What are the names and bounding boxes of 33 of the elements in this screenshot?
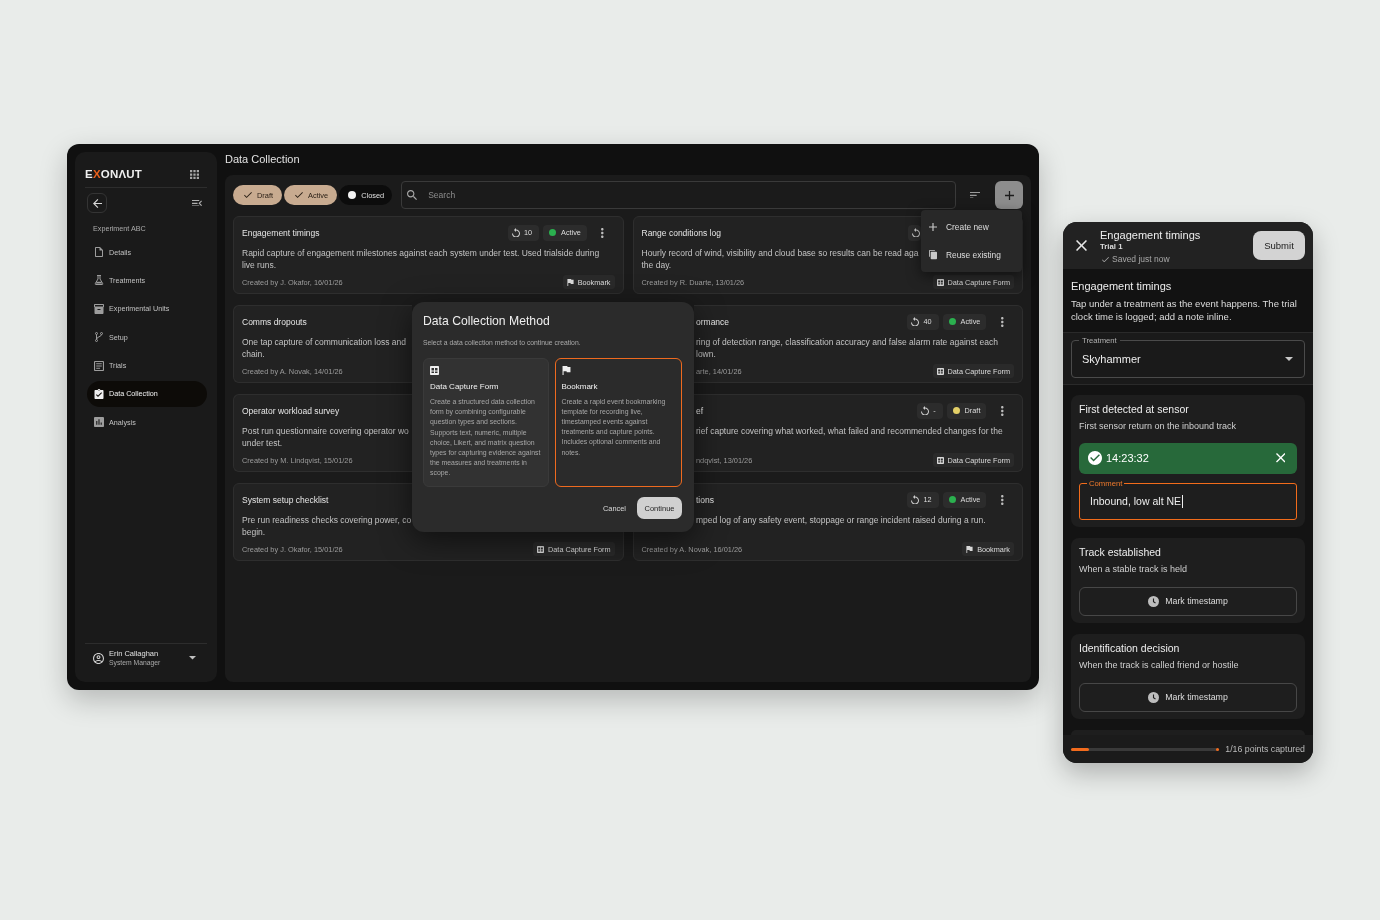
card-title: System setup checklist bbox=[242, 494, 329, 505]
card-title: ef bbox=[696, 405, 704, 416]
logo: EXONΛUT bbox=[85, 168, 142, 180]
save-status: Saved just now bbox=[1112, 253, 1170, 266]
option-title: Data Capture Form bbox=[430, 382, 499, 392]
event-hint: When a stable track is held bbox=[1079, 562, 1188, 576]
event-title: Identification decision bbox=[1079, 640, 1180, 655]
card-title: Range conditions log bbox=[641, 227, 721, 238]
card-title: Operator workload survey bbox=[242, 405, 340, 416]
event-hint: When the track is called friend or hostile bbox=[1079, 658, 1239, 672]
section-title: Engagement timings bbox=[1071, 279, 1172, 294]
card-description: Pre run readiness checks covering power, co begin. bbox=[242, 515, 412, 538]
card-description: Hourly record of wind, visibility and cloud base so results can be read aga the day. bbox=[641, 248, 919, 271]
option-title: Bookmark bbox=[561, 381, 598, 392]
card-description: rief capture covering what worked, what failed and recommended changes for the bbox=[696, 426, 1003, 438]
card-title: Comms dropouts bbox=[242, 316, 307, 327]
dialog-title: Data Collection Method bbox=[423, 314, 550, 328]
card-description: Rapid capture of engagement milestones against each system under test. Used trialside during live runs. bbox=[242, 248, 600, 271]
card-description: One tap capture of communication loss and chain. bbox=[242, 337, 406, 360]
card-description: mped log of any safety event, stoppage or range incident raised during a run. bbox=[696, 515, 986, 527]
timestamp-text: 14:23:32 bbox=[1106, 452, 1149, 464]
card-title: ormance bbox=[696, 316, 730, 327]
form-title: Engagement timings bbox=[1100, 228, 1201, 242]
section-description: Tap under a treatment as the event happens. The trial clock time is logged; add a note inline. bbox=[1071, 296, 1298, 323]
card-description: ring of detection range, classification accuracy and false alarm rate against each lown. bbox=[696, 337, 998, 360]
event-hint: First sensor return on the inbound track bbox=[1079, 419, 1237, 433]
progress-label: 1/16 points captured bbox=[1225, 744, 1305, 754]
event-title: Track established bbox=[1079, 544, 1161, 559]
card-description: Post run questionnaire covering operator wo under test. bbox=[242, 426, 409, 449]
card-title: tions bbox=[696, 494, 714, 505]
page-title: Data Collection bbox=[225, 152, 300, 167]
event-title: First detected at sensor bbox=[1079, 401, 1189, 416]
card-title: Engagement timings bbox=[242, 227, 320, 238]
